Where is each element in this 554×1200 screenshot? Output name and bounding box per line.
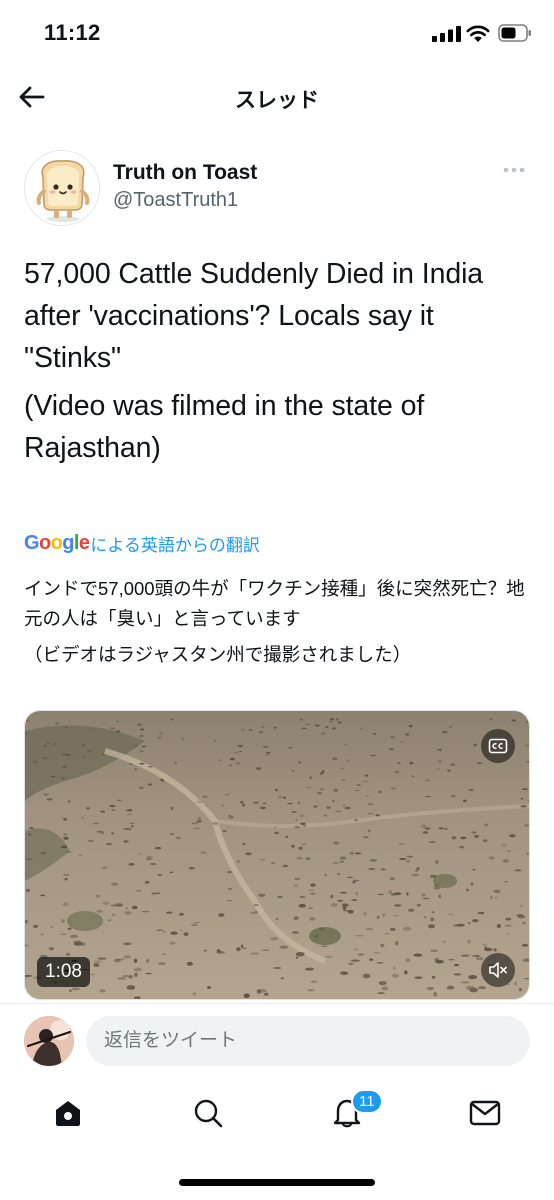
mail-icon bbox=[469, 1100, 501, 1126]
google-logo: Google bbox=[24, 531, 90, 554]
tab-messages[interactable] bbox=[465, 1093, 505, 1133]
tweet-text: 57,000 Cattle Suddenly Died in India aft… bbox=[24, 254, 534, 475]
notifications-badge: 11 bbox=[351, 1089, 383, 1114]
video-thumbnail bbox=[25, 711, 529, 999]
author-name[interactable]: Truth on Toast bbox=[113, 161, 257, 185]
tab-bar: 11 bbox=[0, 1079, 554, 1200]
reply-input[interactable]: 返信をツイート bbox=[86, 1016, 530, 1066]
captions-icon bbox=[488, 738, 508, 754]
status-time: 11:12 bbox=[44, 20, 101, 45]
mute-button[interactable] bbox=[481, 953, 515, 987]
captions-button[interactable] bbox=[481, 729, 515, 763]
tweet-paragraph: (Video was filmed in the state of Rajast… bbox=[24, 389, 425, 464]
reply-bar: 返信をツイート bbox=[0, 1003, 554, 1079]
home-icon bbox=[56, 1101, 80, 1126]
translation-attribution[interactable]: Google による英語からの翻訳 bbox=[24, 531, 260, 555]
tab-home[interactable] bbox=[48, 1093, 88, 1133]
user-avatar-image bbox=[24, 1016, 74, 1066]
user-avatar[interactable] bbox=[24, 1016, 74, 1066]
home-indicator bbox=[179, 1179, 375, 1186]
status-bar: 11:12 bbox=[0, 0, 554, 70]
video-duration: 1:08 bbox=[37, 957, 90, 987]
tab-search[interactable] bbox=[188, 1093, 228, 1133]
toast-icon bbox=[25, 151, 99, 225]
tweet-video[interactable]: 1:08 bbox=[24, 710, 530, 1000]
translated-text: インドで57,000頭の牛が「ワクチン接種」後に突然死亡？地元の人は「臭い」と言… bbox=[24, 574, 534, 676]
battery-icon bbox=[498, 24, 531, 42]
wifi-icon bbox=[466, 25, 490, 42]
signal-icon bbox=[432, 26, 461, 42]
tweet-paragraph: 57,000 Cattle Suddenly Died in India aft… bbox=[24, 258, 484, 374]
page-title: スレッド bbox=[235, 89, 319, 112]
translated-paragraph: （ビデオはラジャスタン州で撮影されました） bbox=[24, 644, 412, 666]
author-handle[interactable]: @ToastTruth1 bbox=[113, 189, 238, 212]
translation-label: による英語からの翻訳 bbox=[90, 535, 260, 555]
author-avatar[interactable] bbox=[24, 150, 100, 226]
nav-header: スレッド bbox=[0, 70, 554, 126]
more-icon[interactable] bbox=[500, 160, 528, 180]
mute-icon bbox=[489, 962, 507, 978]
search-icon bbox=[194, 1099, 223, 1128]
translated-paragraph: インドで57,000頭の牛が「ワクチン接種」後に突然死亡？地元の人は「臭い」と言… bbox=[24, 578, 525, 630]
tweet-author: Truth on Toast @ToastTruth1 bbox=[24, 150, 530, 226]
